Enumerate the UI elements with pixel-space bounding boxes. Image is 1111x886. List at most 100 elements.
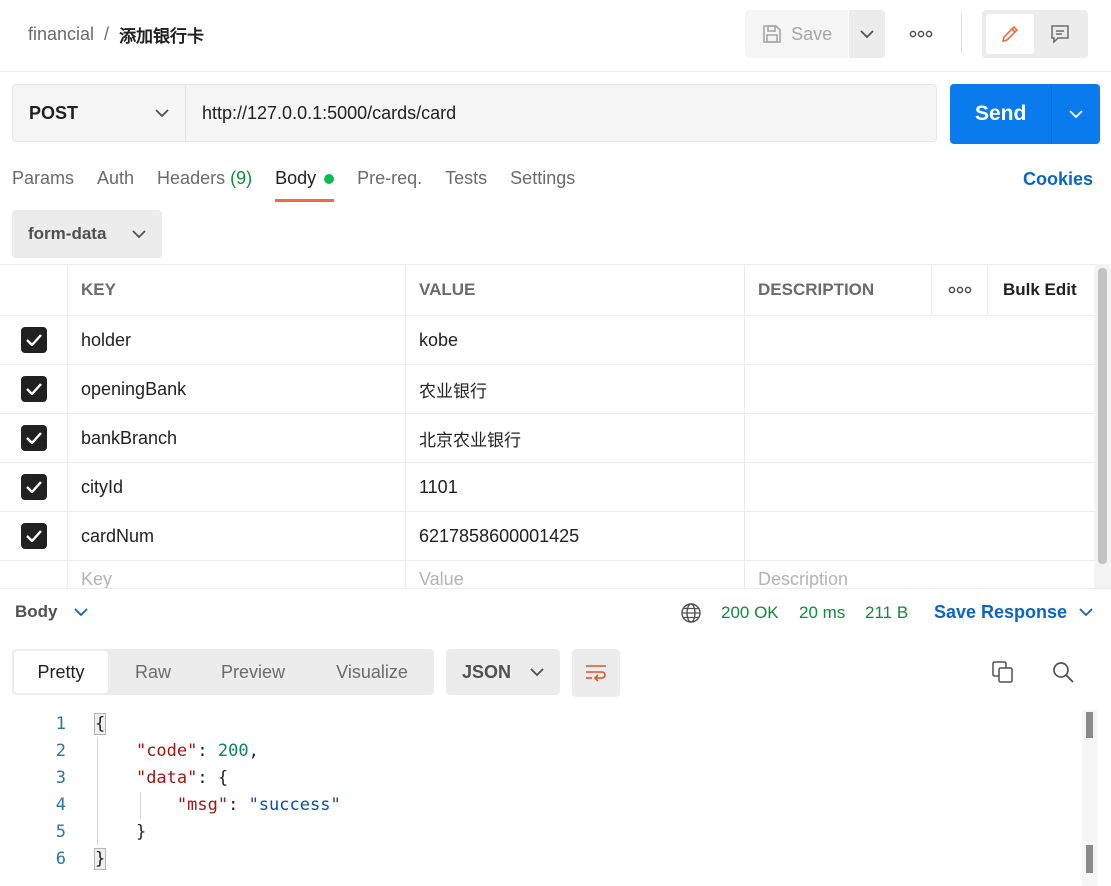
url-input[interactable] <box>186 85 936 141</box>
tab-headers[interactable]: Headers (9) <box>157 168 252 202</box>
tab-settings[interactable]: Settings <box>510 168 575 202</box>
form-data-table: KEY VALUE DESCRIPTION Bulk Edit holder k… <box>0 264 1095 590</box>
row-checkbox[interactable] <box>20 523 47 549</box>
row-value[interactable]: 6217858600001425 <box>406 512 745 560</box>
row-key[interactable]: cityId <box>68 463 406 511</box>
save-dropdown-button[interactable] <box>848 10 885 58</box>
headers-count: (9) <box>230 168 253 188</box>
line-number: 3 <box>55 767 66 788</box>
table-row: holder kobe <box>0 315 1095 364</box>
wrap-lines-button[interactable] <box>572 649 620 697</box>
row-value[interactable]: kobe <box>406 316 745 364</box>
divider <box>961 14 962 54</box>
save-response-label: Save Response <box>934 602 1068 622</box>
breadcrumb: financial / 添加银行卡 <box>28 22 204 47</box>
tab-label: Body <box>275 168 317 188</box>
save-response-button[interactable]: Save Response <box>934 602 1093 623</box>
code-scrollbar-marker <box>1086 712 1093 738</box>
method-select[interactable]: POST <box>13 85 186 141</box>
json-key-data: "data" <box>135 767 198 788</box>
chevron-down-icon <box>530 667 544 676</box>
tab-label: Settings <box>510 168 576 188</box>
check-icon <box>25 432 42 444</box>
body-active-dot <box>324 174 335 184</box>
search-icon[interactable] <box>1050 659 1076 685</box>
chevron-down-icon <box>132 229 146 238</box>
response-body-code[interactable]: 1 { 2 "code": 200, 3 "data": { 4 "msg": … <box>0 710 1080 872</box>
request-tabs: Params Auth Headers (9) Body Pre-req. Tes… <box>12 168 598 208</box>
edit-mode-button[interactable] <box>986 14 1034 54</box>
table-more-button[interactable] <box>932 265 988 315</box>
method-label: POST <box>29 102 79 123</box>
brace-close: } <box>93 847 107 870</box>
response-section-toggle[interactable]: Body <box>15 602 88 622</box>
send-button[interactable]: Send <box>950 84 1051 144</box>
send-dropdown-button[interactable] <box>1051 84 1100 144</box>
request-title[interactable]: 添加银行卡 <box>119 22 204 47</box>
row-value[interactable]: 农业银行 <box>406 365 745 413</box>
table-row: bankBranch 北京农业银行 <box>0 413 1095 462</box>
new-description-input[interactable]: Description <box>745 561 1095 590</box>
row-value[interactable]: 北京农业银行 <box>406 414 745 462</box>
pencil-icon <box>1001 25 1019 43</box>
chevron-down-icon <box>1069 109 1083 118</box>
tab-auth[interactable]: Auth <box>97 168 134 202</box>
response-status[interactable]: 200 OK <box>721 603 779 623</box>
row-description[interactable] <box>745 414 1095 462</box>
chevron-down-icon <box>860 29 874 38</box>
line-number: 4 <box>55 794 66 815</box>
row-description[interactable] <box>745 365 1095 413</box>
code-line: 2 "code": 200, <box>0 737 1080 764</box>
row-key[interactable]: holder <box>68 316 406 364</box>
table-scrollbar[interactable] <box>1098 268 1107 564</box>
bulk-edit-button[interactable]: Bulk Edit <box>988 265 1095 315</box>
view-tab-visualize[interactable]: Visualize <box>310 649 434 695</box>
save-button[interactable]: Save <box>745 10 848 58</box>
response-format-select[interactable]: JSON <box>446 649 560 695</box>
row-description[interactable] <box>745 316 1095 364</box>
save-label: Save <box>791 23 833 44</box>
tab-pre-request[interactable]: Pre-req. <box>357 168 422 202</box>
row-check-cell <box>0 365 68 413</box>
brace-open: { <box>93 712 107 735</box>
tab-label: Tests <box>445 168 488 188</box>
code-line: 3 "data": { <box>0 764 1080 791</box>
tab-tests[interactable]: Tests <box>445 168 487 202</box>
row-checkbox[interactable] <box>20 425 47 451</box>
view-tab-pretty[interactable]: Pretty <box>14 651 108 693</box>
row-checkbox[interactable] <box>20 376 47 402</box>
code-text: "data": { <box>135 767 229 788</box>
globe-icon[interactable] <box>680 602 702 624</box>
tab-body[interactable]: Body <box>275 168 335 202</box>
more-actions-button[interactable] <box>905 24 937 44</box>
response-time[interactable]: 20 ms <box>799 603 845 623</box>
row-key[interactable]: bankBranch <box>68 414 406 462</box>
row-checkbox[interactable] <box>20 474 47 500</box>
view-tab-preview[interactable]: Preview <box>196 649 310 695</box>
cookies-link[interactable]: Cookies <box>1023 169 1093 190</box>
view-tab-raw[interactable]: Raw <box>110 649 196 695</box>
save-button-group: Save <box>745 10 885 58</box>
new-key-input[interactable]: Key <box>68 561 406 590</box>
body-type-select[interactable]: form-data <box>12 210 162 258</box>
copy-icon[interactable] <box>990 659 1016 685</box>
chevron-down-icon <box>1079 608 1093 617</box>
comment-mode-button[interactable] <box>1036 14 1084 54</box>
row-check-cell <box>0 463 68 511</box>
row-value[interactable]: 1101 <box>406 463 745 511</box>
row-key[interactable]: cardNum <box>68 512 406 560</box>
more-icon <box>909 30 933 38</box>
row-checkbox[interactable] <box>20 327 47 353</box>
comment-icon <box>1051 25 1069 44</box>
new-value-input[interactable]: Value <box>406 561 745 590</box>
tab-params[interactable]: Params <box>12 168 74 202</box>
json-value-msg: "success" <box>248 794 341 815</box>
row-description[interactable] <box>745 463 1095 511</box>
row-description[interactable] <box>745 512 1095 560</box>
breadcrumb-collection[interactable]: financial <box>28 24 94 45</box>
response-size[interactable]: 211 B <box>865 603 908 623</box>
header-divider <box>0 71 1111 72</box>
breadcrumb-separator: / <box>104 24 110 44</box>
check-icon <box>25 481 42 493</box>
row-key[interactable]: openingBank <box>68 365 406 413</box>
